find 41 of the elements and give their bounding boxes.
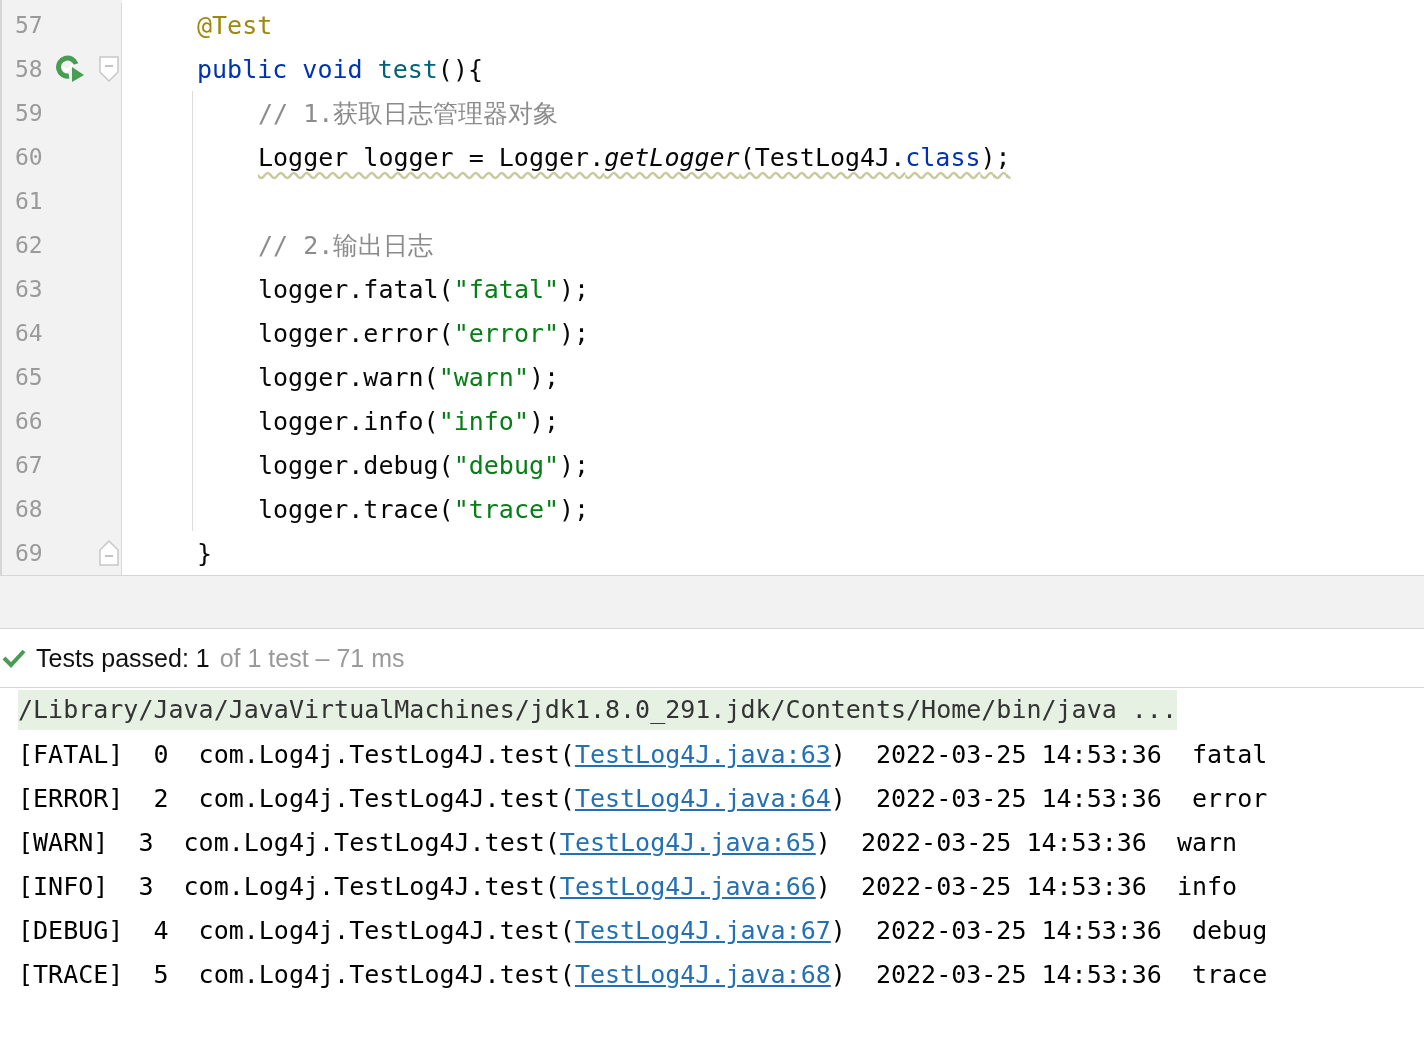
- fold-icon[interactable]: [99, 540, 120, 566]
- line-number: 66: [14, 408, 44, 434]
- line-number: 61: [14, 188, 44, 214]
- code-line: logger.error("error");: [258, 318, 590, 348]
- code-line: Logger logger = Logger.getLogger(TestLog4J.class);: [258, 142, 1011, 172]
- line-number: 57: [14, 12, 44, 38]
- code-line: logger.debug("debug");: [258, 450, 590, 480]
- code-line: logger.fatal("fatal");: [258, 274, 590, 304]
- line-number: 59: [14, 100, 44, 126]
- code-line: @Test: [197, 10, 273, 40]
- test-summary-detail: of 1 test – 71 ms: [219, 643, 405, 673]
- log-line: [WARN] 3 com.Log4j.TestLog4J.test(TestLog4J.java:65) 2022-03-25 14:53:36 warn: [18, 827, 1238, 857]
- line-number: 67: [14, 452, 44, 478]
- line-number: 63: [14, 276, 44, 302]
- line-number: 58: [14, 56, 44, 82]
- code-line: // 1.获取日志管理器对象: [258, 97, 559, 130]
- log-line: [TRACE] 5 com.Log4j.TestLog4J.test(TestLog4J.java:68) 2022-03-25 14:53:36 trace: [18, 959, 1268, 989]
- code-line: logger.trace("trace");: [258, 494, 590, 524]
- code-line: logger.warn("warn");: [258, 362, 560, 392]
- source-link[interactable]: TestLog4J.java:66: [559, 871, 816, 901]
- code-line: }: [197, 538, 213, 568]
- tests-passed-label: Tests passed: 1: [36, 643, 210, 673]
- source-link[interactable]: TestLog4J.java:67: [574, 915, 831, 945]
- log-line: [INFO] 3 com.Log4j.TestLog4J.test(TestLog4J.java:66) 2022-03-25 14:53:36 info: [18, 871, 1238, 901]
- log-line: [FATAL] 0 com.Log4j.TestLog4J.test(TestLog4J.java:63) 2022-03-25 14:53:36 fatal: [18, 739, 1268, 769]
- source-link[interactable]: TestLog4J.java:65: [559, 827, 816, 857]
- line-number: 62: [14, 232, 44, 258]
- code-line: logger.info("info");: [258, 406, 560, 436]
- source-link[interactable]: TestLog4J.java:68: [574, 959, 831, 989]
- line-number: 60: [14, 144, 44, 170]
- log-line: [DEBUG] 4 com.Log4j.TestLog4J.test(TestLog4J.java:67) 2022-03-25 14:53:36 debug: [18, 915, 1268, 945]
- code-line: // 2.输出日志: [258, 229, 434, 262]
- line-number: 69: [14, 540, 44, 566]
- fold-icon[interactable]: [99, 56, 120, 82]
- source-link[interactable]: TestLog4J.java:64: [574, 783, 831, 813]
- log-line: [ERROR] 2 com.Log4j.TestLog4J.test(TestLog4J.java:64) 2022-03-25 14:53:36 error: [18, 783, 1268, 813]
- line-number: 64: [14, 320, 44, 346]
- code-line: public void test(){: [197, 54, 483, 84]
- line-number: 68: [14, 496, 44, 522]
- source-link[interactable]: TestLog4J.java:63: [574, 739, 831, 769]
- line-number: 65: [14, 364, 44, 390]
